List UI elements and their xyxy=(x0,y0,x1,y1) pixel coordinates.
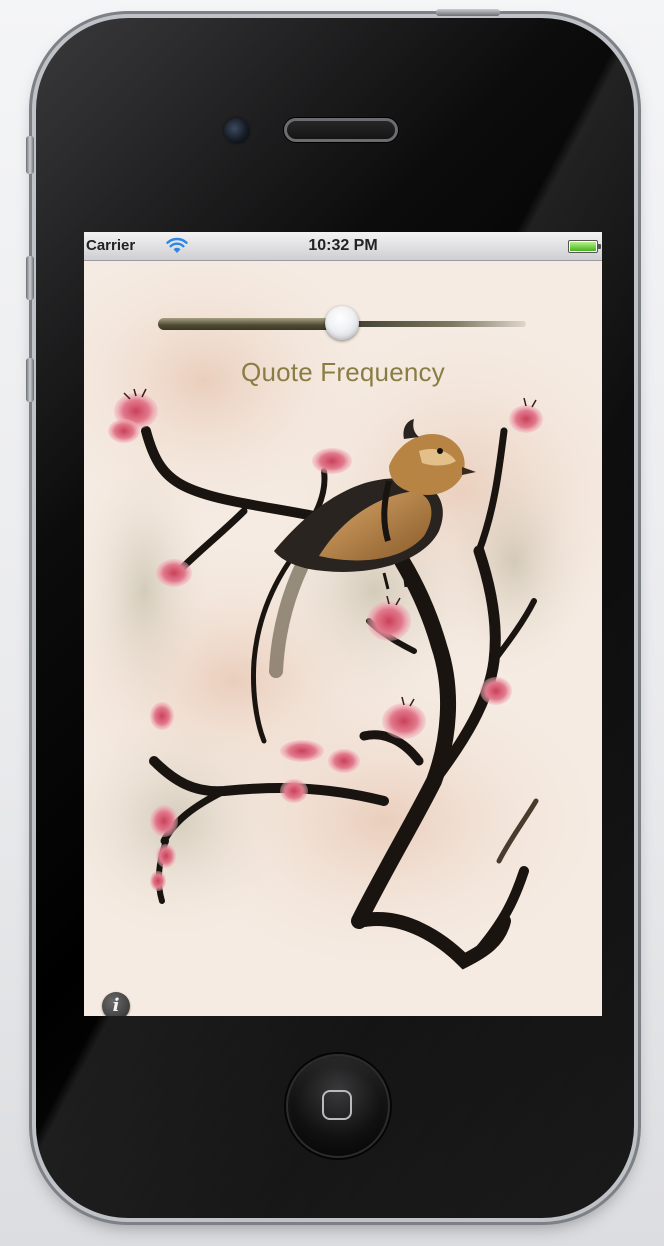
sleep-button xyxy=(436,9,500,16)
home-button[interactable] xyxy=(286,1054,390,1158)
volume-up-button xyxy=(26,256,34,300)
status-bar: Carrier 10:32 PM xyxy=(84,232,602,261)
mute-switch xyxy=(26,136,34,174)
earpiece-speaker xyxy=(284,118,398,142)
app-screen: Carrier 10:32 PM Quote Frequency i xyxy=(84,232,602,1016)
home-square-icon xyxy=(322,1090,352,1120)
slider-track-filled xyxy=(158,318,342,330)
status-time: 10:32 PM xyxy=(308,237,378,254)
slider-label: Quote Frequency xyxy=(241,357,445,387)
slider-thumb[interactable] xyxy=(325,306,359,340)
battery-icon xyxy=(568,240,601,253)
info-icon: i xyxy=(112,995,120,1016)
slider-track-remaining xyxy=(342,321,526,327)
front-camera xyxy=(224,118,250,144)
volume-down-button xyxy=(26,358,34,402)
info-button[interactable]: i xyxy=(102,992,130,1016)
iphone-device-frame: Carrier 10:32 PM Quote Frequency i xyxy=(26,9,634,1218)
quote-frequency-slider[interactable] xyxy=(158,306,526,342)
